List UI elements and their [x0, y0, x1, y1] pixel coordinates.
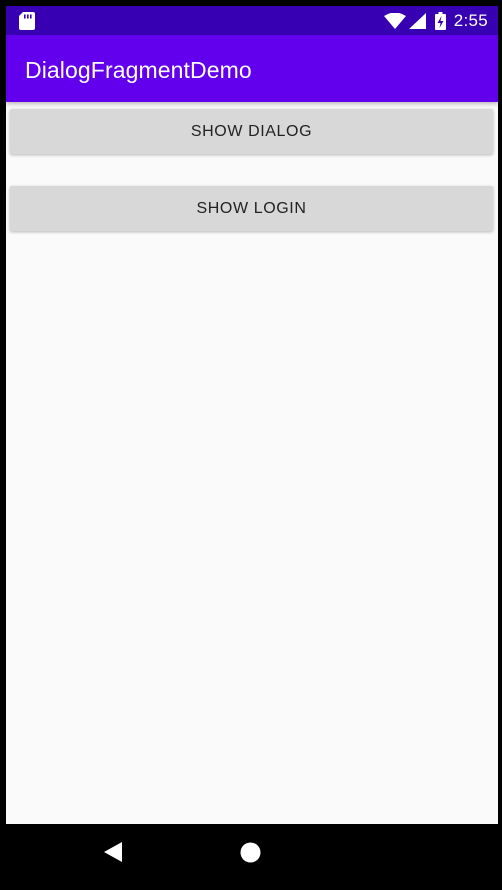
back-icon[interactable] — [103, 841, 123, 863]
screen: 2:55 DialogFragmentDemo SHOW DIALOG SHOW… — [6, 6, 498, 824]
show-login-button[interactable]: SHOW LOGIN — [10, 186, 493, 231]
battery-charging-icon — [434, 11, 446, 30]
show-dialog-button[interactable]: SHOW DIALOG — [10, 109, 493, 154]
navigation-bar — [0, 824, 502, 890]
main-content: SHOW DIALOG SHOW LOGIN — [6, 102, 498, 824]
status-bar: 2:55 — [6, 6, 498, 35]
sd-card-icon — [19, 12, 35, 30]
signal-icon — [408, 12, 426, 29]
app-title: DialogFragmentDemo — [25, 57, 252, 83]
status-clock: 2:55 — [453, 10, 488, 30]
wifi-icon — [383, 12, 406, 29]
app-bar: DialogFragmentDemo — [6, 35, 498, 102]
home-icon[interactable] — [240, 842, 261, 863]
status-icons: 2:55 — [383, 6, 488, 35]
device-frame: 2:55 DialogFragmentDemo SHOW DIALOG SHOW… — [0, 0, 502, 890]
